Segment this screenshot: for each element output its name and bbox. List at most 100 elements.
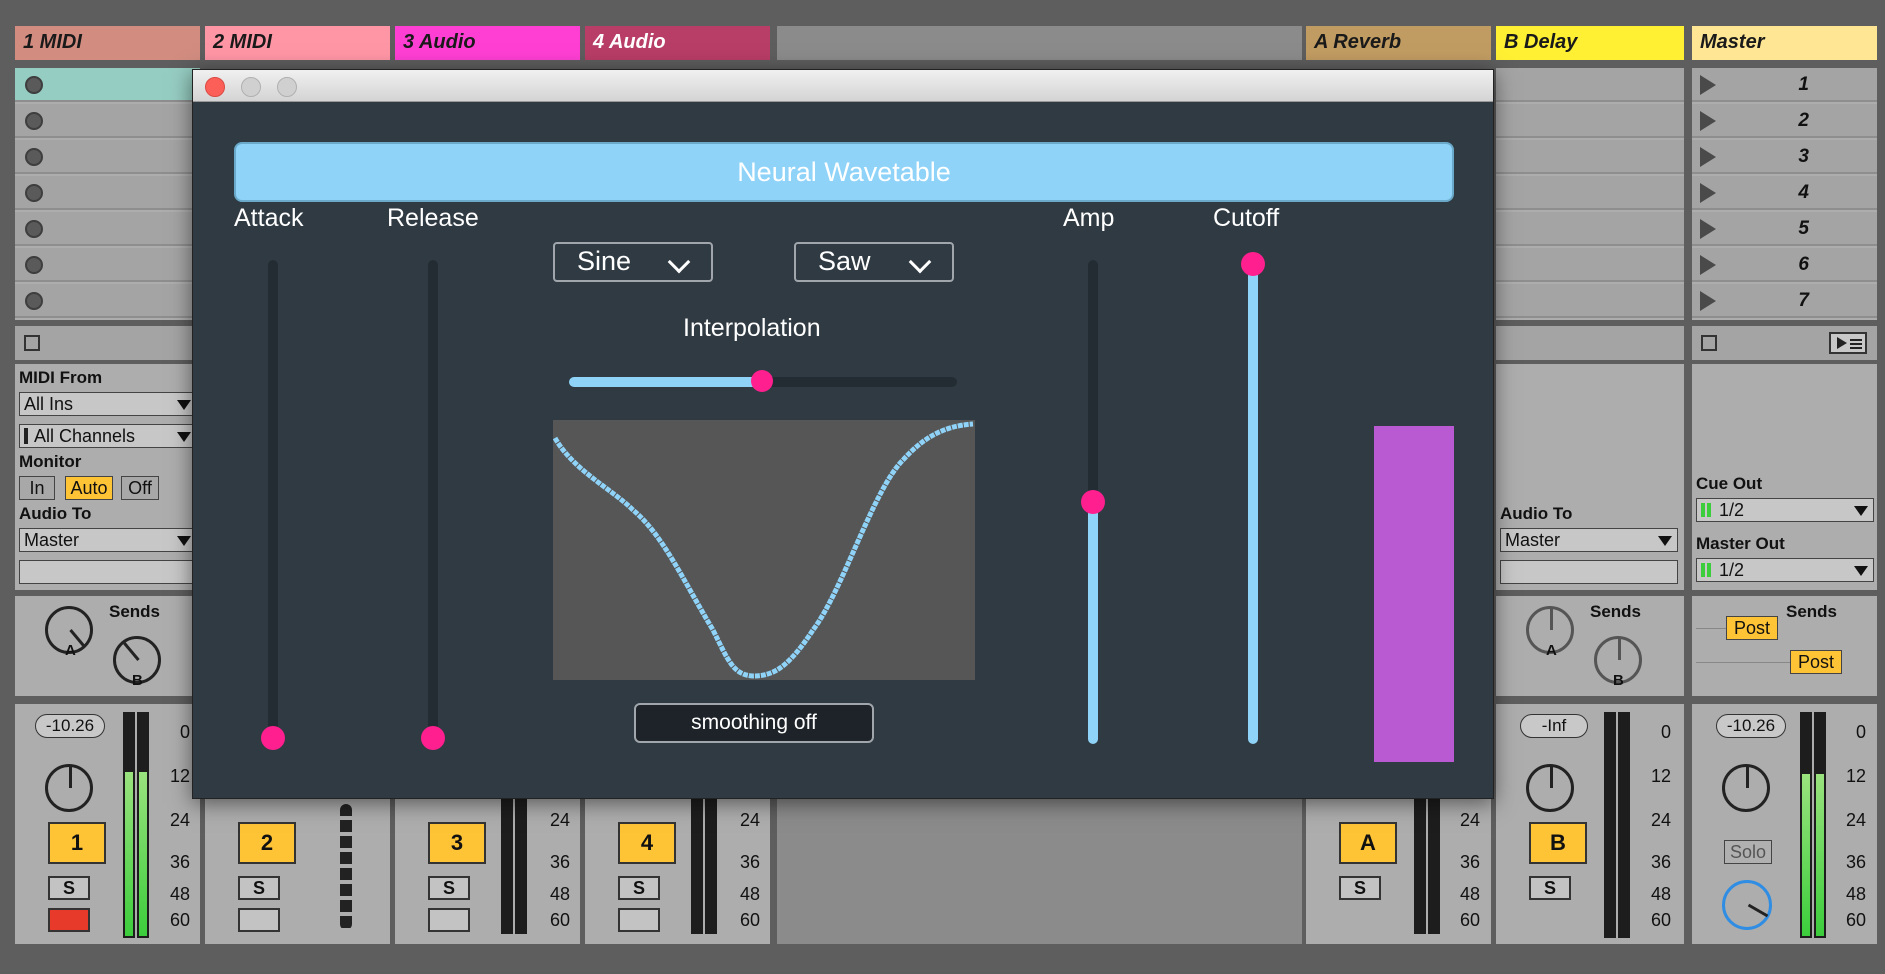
volume-readout[interactable]: -Inf	[1520, 714, 1588, 738]
clip-stop-button[interactable]	[25, 220, 43, 238]
scene-menu-icon[interactable]	[1829, 332, 1867, 354]
track-header-2[interactable]: 2 MIDI	[205, 26, 390, 60]
cue-out-label: Cue Out	[1696, 474, 1763, 493]
arm-button[interactable]	[618, 908, 660, 932]
release-slider[interactable]	[428, 260, 438, 744]
osc2-select[interactable]: Saw	[794, 242, 954, 282]
scene-launch[interactable]: 2	[1692, 104, 1877, 138]
track-activator-b[interactable]: B	[1529, 822, 1587, 864]
audio-to-channel-select[interactable]	[1500, 560, 1678, 584]
audio-to-select[interactable]: Master	[1500, 528, 1678, 552]
solo-button[interactable]: S	[1339, 876, 1381, 900]
meter-tick: 48	[1846, 884, 1867, 904]
cutoff-slider-thumb[interactable]	[1241, 252, 1265, 276]
window-titlebar[interactable]	[193, 70, 1493, 102]
release-slider-thumb[interactable]	[421, 726, 445, 750]
interpolation-slider-thumb[interactable]	[751, 370, 773, 392]
meter-tick: 36	[1651, 852, 1672, 872]
solo-button[interactable]: S	[428, 876, 470, 900]
clip-slot[interactable]	[15, 284, 200, 318]
attack-slider-thumb[interactable]	[261, 726, 285, 750]
audio-to-select[interactable]: Master	[19, 528, 197, 552]
minimize-icon[interactable]	[241, 77, 261, 97]
clip-stop-button[interactable]	[25, 112, 43, 130]
smoothing-toggle[interactable]: smoothing off	[634, 703, 874, 743]
clip-slot[interactable]	[1496, 212, 1684, 246]
post-button-a[interactable]: Post	[1726, 616, 1778, 640]
solo-button[interactable]: S	[48, 876, 90, 900]
stop-clips-button[interactable]	[24, 335, 40, 351]
volume-readout[interactable]: -10.26	[35, 714, 105, 738]
clip-slot[interactable]	[15, 176, 200, 210]
clip-slot[interactable]	[1496, 176, 1684, 210]
clip-slot[interactable]	[15, 68, 200, 102]
scene-launch[interactable]: 6	[1692, 248, 1877, 282]
clip-slot[interactable]	[15, 104, 200, 138]
attack-slider[interactable]	[268, 260, 278, 744]
solo-button[interactable]: S	[618, 876, 660, 900]
track-header-3[interactable]: 3 Audio	[395, 26, 580, 60]
clip-slot[interactable]	[1496, 284, 1684, 318]
clip-stop-button[interactable]	[25, 292, 43, 310]
midi-channel-select[interactable]: All Channels	[19, 424, 197, 448]
scene-launch[interactable]: 5	[1692, 212, 1877, 246]
monitor-off-button[interactable]: Off	[121, 476, 159, 500]
midi-from-select[interactable]: All Ins	[19, 392, 197, 416]
clip-slot[interactable]	[1496, 68, 1684, 102]
play-icon	[1700, 183, 1716, 203]
close-icon[interactable]	[205, 77, 225, 97]
clip-stop-button[interactable]	[25, 256, 43, 274]
clip-stop-button[interactable]	[25, 76, 43, 94]
level-meter	[501, 798, 513, 934]
cue-volume-knob[interactable]	[1722, 880, 1772, 930]
clip-slot[interactable]	[1496, 248, 1684, 282]
osc1-select[interactable]: Sine	[553, 242, 713, 282]
scene-launch[interactable]: 4	[1692, 176, 1877, 210]
track-header-4[interactable]: 4 Audio	[585, 26, 770, 60]
scene-launch[interactable]: 7	[1692, 284, 1877, 318]
clip-slot[interactable]	[1496, 140, 1684, 174]
track-activator-1[interactable]: 1	[48, 822, 106, 864]
clip-stop-button[interactable]	[25, 148, 43, 166]
clip-stop-button[interactable]	[25, 184, 43, 202]
track-activator-3[interactable]: 3	[428, 822, 486, 864]
pan-knob[interactable]	[1722, 764, 1770, 812]
solo-button[interactable]: S	[238, 876, 280, 900]
master-out-select[interactable]: 1/2	[1696, 558, 1874, 582]
master-solo-button[interactable]: Solo	[1724, 840, 1772, 864]
scene-launch[interactable]: 3	[1692, 140, 1877, 174]
pan-knob[interactable]	[45, 764, 93, 812]
clip-slot[interactable]	[1496, 104, 1684, 138]
meter-tick: 60	[740, 910, 761, 930]
scene-launch[interactable]: 1	[1692, 68, 1877, 102]
arm-button[interactable]	[48, 908, 90, 932]
play-icon	[1700, 111, 1716, 131]
track-header-delay[interactable]: B Delay	[1496, 26, 1684, 60]
play-icon	[1700, 219, 1716, 239]
arm-button[interactable]	[428, 908, 470, 932]
monitor-in-button[interactable]: In	[19, 476, 55, 500]
arm-button[interactable]	[238, 908, 280, 932]
track-activator-a[interactable]: A	[1339, 822, 1397, 864]
clip-slot[interactable]	[15, 212, 200, 246]
track-activator-2[interactable]: 2	[238, 822, 296, 864]
pan-knob[interactable]	[1526, 764, 1574, 812]
track-header-master[interactable]: Master	[1692, 26, 1877, 60]
play-icon	[1700, 291, 1716, 311]
cue-out-select[interactable]: 1/2	[1696, 498, 1874, 522]
interpolation-label: Interpolation	[683, 314, 821, 342]
clip-slot[interactable]	[15, 140, 200, 174]
post-button-b[interactable]: Post	[1790, 650, 1842, 674]
stop-all-clips-button[interactable]	[1701, 335, 1717, 351]
track-header-1[interactable]: 1 MIDI	[15, 26, 200, 60]
cutoff-slider[interactable]	[1248, 260, 1258, 744]
track-activator-4[interactable]: 4	[618, 822, 676, 864]
audio-to-channel-select[interactable]	[19, 560, 197, 584]
track-header-reverb[interactable]: A Reverb	[1306, 26, 1491, 60]
volume-readout[interactable]: -10.26	[1716, 714, 1786, 738]
zoom-icon[interactable]	[277, 77, 297, 97]
solo-button[interactable]: S	[1529, 876, 1571, 900]
monitor-auto-button[interactable]: Auto	[65, 476, 113, 500]
clip-slot[interactable]	[15, 248, 200, 282]
amp-slider-thumb[interactable]	[1081, 490, 1105, 514]
